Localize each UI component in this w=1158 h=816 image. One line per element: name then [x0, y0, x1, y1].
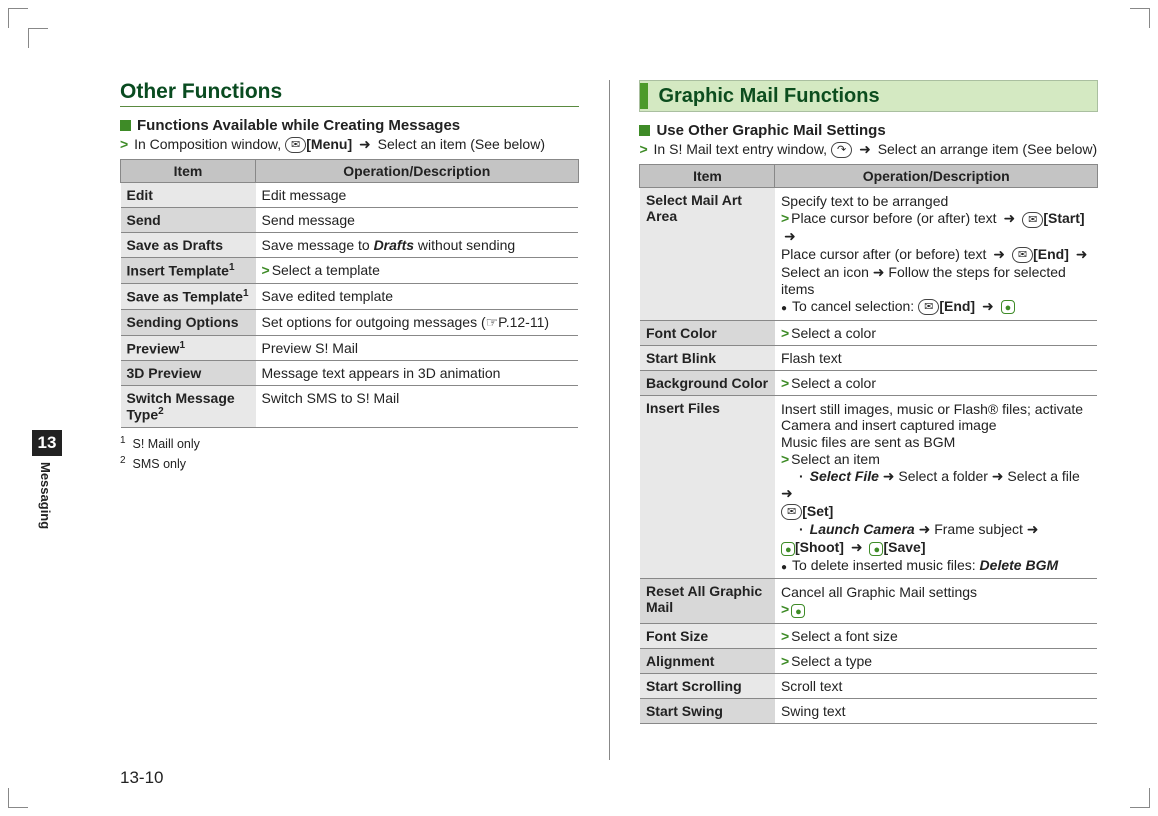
row-item: Font Size: [640, 623, 775, 648]
center-key-icon: ●: [869, 542, 883, 556]
right-column: Graphic Mail Functions Use Other Graphic…: [639, 80, 1098, 760]
row-item: Save as Template1: [121, 283, 256, 309]
row-desc: Set options for outgoing messages (☞P.12…: [256, 309, 579, 335]
row-item: Alignment: [640, 648, 775, 673]
row-desc: Swing text: [775, 698, 1098, 723]
row-item: Switch Message Type2: [121, 386, 256, 428]
row-desc: Scroll text: [775, 673, 1098, 698]
row-desc: Flash text: [775, 346, 1098, 371]
row-item: Sending Options: [121, 309, 256, 335]
intro-text: In S! Mail text entry window,: [654, 141, 831, 157]
sub-title: Functions Available while Creating Messa…: [137, 117, 460, 134]
row-item: Insert Template1: [121, 258, 256, 284]
row-desc: >Select a color: [775, 371, 1098, 396]
row-item: Start Swing: [640, 698, 775, 723]
th-item: Item: [121, 160, 256, 183]
row-item: Insert Files: [640, 396, 775, 579]
center-key-icon: ●: [781, 542, 795, 556]
row-desc: Preview S! Mail: [256, 335, 579, 361]
arrow-icon: ➜: [859, 141, 871, 157]
mail-button-icon: ✉: [285, 137, 306, 153]
th-item: Item: [640, 165, 775, 188]
row-desc: Cancel all Graphic Mail settings >●: [775, 579, 1098, 623]
row-item: 3D Preview: [121, 361, 256, 386]
intro-line: > In S! Mail text entry window, ↷ ➜ Sele…: [639, 141, 1098, 158]
row-item: Reset All Graphic Mail: [640, 579, 775, 623]
left-column: Other Functions Functions Available whil…: [120, 80, 579, 760]
row-desc: Insert still images, music or Flash® fil…: [775, 396, 1098, 579]
row-item: Background Color: [640, 371, 775, 396]
sub-heading: Functions Available while Creating Messa…: [120, 117, 579, 134]
mail-button-icon: ✉: [918, 299, 939, 315]
row-item: Save as Drafts: [121, 233, 256, 258]
footnotes: 1 S! Maill only 2 SMS only: [120, 434, 579, 473]
row-desc: >Select a font size: [775, 623, 1098, 648]
th-desc: Operation/Description: [775, 165, 1098, 188]
sub-title: Use Other Graphic Mail Settings: [656, 122, 885, 139]
chevron-icon: >: [120, 136, 128, 152]
intro-suffix: Select an item (See below): [378, 136, 545, 152]
intro-line: > In Composition window, ✉[Menu] ➜ Selec…: [120, 136, 579, 153]
arrow-icon: ➜: [359, 136, 371, 152]
page-number: 13-10: [120, 768, 163, 788]
row-desc: Send message: [256, 208, 579, 233]
center-key-icon: ●: [791, 604, 805, 618]
row-desc: Edit message: [256, 183, 579, 208]
row-item: Start Blink: [640, 346, 775, 371]
graphic-mail-table: Item Operation/Description Select Mail A…: [639, 164, 1098, 723]
row-desc: >Select a template: [256, 258, 579, 284]
row-desc: Save edited template: [256, 283, 579, 309]
banner-title: Graphic Mail Functions: [658, 85, 879, 108]
row-desc: Switch SMS to S! Mail: [256, 386, 579, 428]
functions-table: Item Operation/Description Edit Edit mes…: [120, 159, 579, 428]
section-title: Other Functions: [120, 80, 579, 107]
chevron-icon: >: [262, 262, 270, 278]
row-item: Select Mail Art Area: [640, 188, 775, 321]
center-key-icon: ●: [1001, 300, 1015, 314]
row-item: Edit: [121, 183, 256, 208]
menu-label: [Menu]: [306, 136, 352, 152]
mail-button-icon: ✉: [1022, 212, 1043, 228]
row-item: Send: [121, 208, 256, 233]
row-desc: Message text appears in 3D animation: [256, 361, 579, 386]
row-desc: >Select a color: [775, 321, 1098, 346]
banner-heading: Graphic Mail Functions: [639, 80, 1098, 112]
row-item: Start Scrolling: [640, 673, 775, 698]
row-item: Font Color: [640, 321, 775, 346]
chevron-icon: >: [639, 141, 647, 157]
banner-bar-icon: [640, 83, 648, 109]
key-button-icon: ↷: [831, 142, 852, 158]
row-desc: Save message to Drafts without sending: [256, 233, 579, 258]
column-divider: [609, 80, 610, 760]
row-desc: >Select a type: [775, 648, 1098, 673]
mail-button-icon: ✉: [781, 504, 802, 520]
row-item: Preview1: [121, 335, 256, 361]
sub-heading: Use Other Graphic Mail Settings: [639, 122, 1098, 139]
th-desc: Operation/Description: [256, 160, 579, 183]
row-desc: Specify text to be arranged >Place curso…: [775, 188, 1098, 321]
square-bullet-icon: [639, 125, 650, 136]
intro-suffix: Select an arrange item (See below): [878, 141, 1097, 157]
square-bullet-icon: [120, 120, 131, 131]
mail-button-icon: ✉: [1012, 247, 1033, 263]
intro-text: In Composition window,: [134, 136, 285, 152]
